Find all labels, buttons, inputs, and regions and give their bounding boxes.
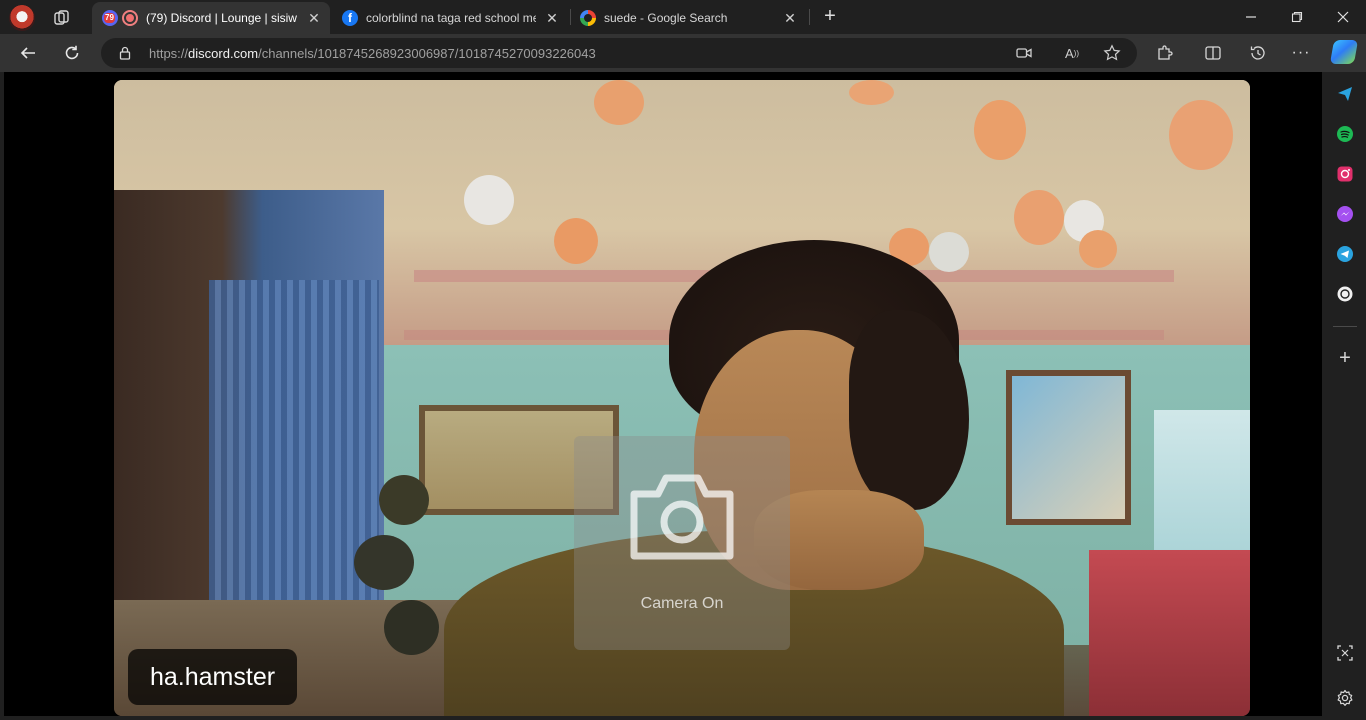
extensions-icon[interactable] xyxy=(1155,43,1175,63)
balloon xyxy=(464,175,514,225)
settings-icon[interactable] xyxy=(1335,688,1355,708)
address-bar[interactable]: https://discord.com/channels/10187452689… xyxy=(101,38,1137,68)
sidebar-separator xyxy=(1333,326,1357,327)
balloon xyxy=(1079,230,1117,268)
close-tab-icon[interactable]: ✕ xyxy=(780,8,800,28)
minimize-button[interactable] xyxy=(1228,0,1274,34)
camera-in-use-icon[interactable] xyxy=(1015,44,1033,62)
camera-icon xyxy=(629,436,735,565)
recording-icon xyxy=(122,10,138,26)
read-aloud-icon[interactable]: A)) xyxy=(1063,44,1081,62)
close-window-button[interactable] xyxy=(1320,0,1366,34)
facebook-icon: f xyxy=(342,10,358,26)
cabinet xyxy=(1089,550,1250,716)
url-text[interactable]: https://discord.com/channels/10187452689… xyxy=(149,46,596,61)
tab-separator xyxy=(809,9,810,25)
notification-badge: 79 xyxy=(104,13,115,23)
camera-on-overlay[interactable]: Camera On xyxy=(574,436,790,650)
screenshot-icon[interactable] xyxy=(1335,643,1355,663)
favorite-star-icon[interactable] xyxy=(1103,44,1121,62)
new-tab-button[interactable]: + xyxy=(818,5,842,29)
tab-discord[interactable]: 79 (79) Discord | Lounge | sisiw ✕ xyxy=(92,2,330,34)
chatgpt-icon[interactable] xyxy=(1335,284,1355,304)
web-page-content: Camera On ha.hamster xyxy=(4,72,1322,716)
split-screen-icon[interactable] xyxy=(1203,43,1223,63)
tab-google[interactable]: suede - Google Search ✕ xyxy=(570,2,806,34)
plant xyxy=(384,600,439,655)
instagram-icon[interactable] xyxy=(1335,164,1355,184)
wall-frame xyxy=(1006,370,1131,525)
tab-title: (79) Discord | Lounge | sisiw xyxy=(146,11,297,25)
url-domain: discord.com xyxy=(188,46,259,61)
url-path: /channels/1018745268923006987/1018745270… xyxy=(258,46,596,61)
url-prefix: https:// xyxy=(149,46,189,61)
balloon xyxy=(594,80,644,125)
balloon xyxy=(929,232,969,272)
balloon xyxy=(554,218,598,264)
history-icon[interactable] xyxy=(1248,43,1268,63)
refresh-button[interactable] xyxy=(58,39,86,67)
profile-avatar[interactable] xyxy=(9,5,35,31)
more-menu-icon[interactable]: ··· xyxy=(1291,43,1311,63)
tab-title: suede - Google Search xyxy=(604,11,728,25)
balloon xyxy=(849,80,894,105)
balloon xyxy=(1169,100,1233,170)
spotify-icon[interactable] xyxy=(1335,124,1355,144)
tab-title: colorblind na taga red school me xyxy=(366,11,536,25)
balloon xyxy=(974,100,1026,160)
restore-button[interactable] xyxy=(1274,0,1320,34)
video-stream[interactable]: Camera On ha.hamster xyxy=(114,80,1250,716)
close-tab-icon[interactable]: ✕ xyxy=(304,8,324,28)
plant xyxy=(379,475,429,525)
telegram-icon[interactable] xyxy=(1335,244,1355,264)
balloon xyxy=(1014,190,1064,245)
navigation-toolbar: https://discord.com/channels/10187452689… xyxy=(0,34,1366,72)
participant-name-badge: ha.hamster xyxy=(128,649,298,705)
camera-on-label: Camera On xyxy=(640,595,724,612)
lock-icon[interactable] xyxy=(118,46,132,60)
title-bar: 79 (79) Discord | Lounge | sisiw ✕ f col… xyxy=(0,0,1366,34)
plant xyxy=(354,535,414,590)
edge-sidebar: + xyxy=(1324,72,1366,720)
back-button[interactable] xyxy=(14,39,42,67)
messenger-icon[interactable] xyxy=(1335,204,1355,224)
tab-facebook[interactable]: f colorblind na taga red school me ✕ xyxy=(332,2,568,34)
discord-icon: 79 xyxy=(102,10,118,26)
send-icon[interactable] xyxy=(1335,84,1355,104)
copilot-icon[interactable] xyxy=(1329,40,1359,64)
close-tab-icon[interactable]: ✕ xyxy=(542,8,562,28)
workspaces-icon[interactable] xyxy=(52,8,72,28)
google-icon xyxy=(580,10,596,26)
add-icon[interactable]: + xyxy=(1335,347,1355,369)
